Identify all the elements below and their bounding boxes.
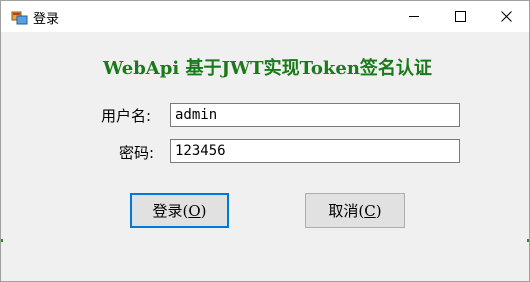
maximize-icon — [454, 7, 466, 26]
left-edge-mark — [1, 239, 3, 242]
form-heading: WebApi 基于JWT实现Token签名认证 — [103, 58, 432, 79]
cancel-button-label: 取消( — [328, 202, 365, 220]
cancel-button[interactable]: 取消(C) — [305, 193, 405, 228]
cancel-accelerator-key: C — [364, 201, 376, 220]
window-title: 登录 — [33, 12, 60, 27]
title-bar[interactable]: 登录 — [1, 1, 529, 32]
password-label: 密码: — [119, 144, 155, 162]
login-button-label-close: ) — [200, 201, 207, 220]
login-button-label: 登录( — [152, 202, 189, 220]
close-icon — [500, 7, 512, 26]
username-input[interactable] — [170, 103, 460, 127]
close-button[interactable] — [483, 1, 529, 32]
login-accelerator-key: O — [188, 201, 201, 220]
login-window: 登录 WebApi 基于JWT实现Token签名认证 用户名: 密码: 登录(O… — [0, 0, 530, 282]
maximize-button[interactable] — [437, 1, 483, 32]
minimize-icon — [408, 7, 420, 26]
app-form-icon — [11, 9, 28, 25]
login-button[interactable]: 登录(O) — [130, 193, 229, 228]
right-edge-mark — [527, 239, 529, 242]
password-input[interactable] — [170, 139, 460, 163]
username-label: 用户名: — [101, 107, 152, 125]
cancel-button-label-close: ) — [375, 201, 382, 220]
minimize-button[interactable] — [391, 1, 437, 32]
